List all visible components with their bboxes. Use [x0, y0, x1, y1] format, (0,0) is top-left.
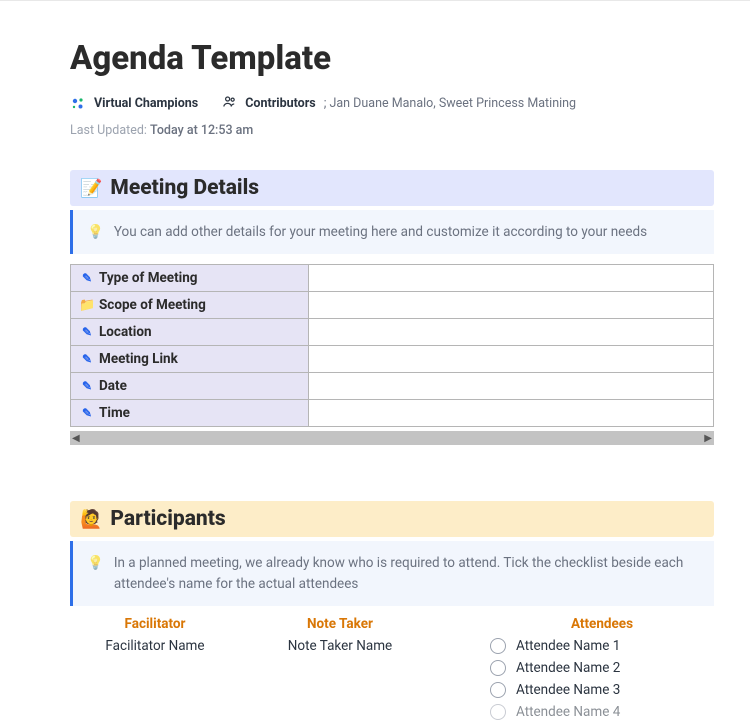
- field-label: Meeting Link: [99, 351, 178, 367]
- field-value[interactable]: [309, 400, 714, 427]
- field-value[interactable]: [309, 346, 714, 373]
- notepad-icon: 📝: [80, 178, 102, 199]
- folder-icon: 📁: [79, 298, 95, 313]
- attendee-name[interactable]: Attendee Name 2: [516, 660, 620, 676]
- pencil-icon: ✎: [79, 325, 95, 339]
- horizontal-scrollbar[interactable]: ◀ ▶: [70, 431, 714, 445]
- table-row: ✎ Type of Meeting: [71, 265, 714, 292]
- attendee-row: Attendee Name 4: [490, 704, 714, 720]
- table-row: 📁 Scope of Meeting: [71, 292, 714, 319]
- notetaker-name[interactable]: Note Taker Name: [240, 638, 440, 654]
- field-label: Date: [99, 378, 127, 394]
- facilitator-heading: Facilitator: [70, 616, 240, 632]
- raising-hand-icon: 🙋: [80, 509, 102, 530]
- field-label: Type of Meeting: [99, 270, 198, 286]
- table-row: ✎ Date: [71, 373, 714, 400]
- attendee-checkbox[interactable]: [490, 660, 506, 676]
- callout-text: You can add other details for your meeti…: [114, 222, 647, 242]
- pencil-icon: ✎: [79, 379, 95, 393]
- bulb-icon: 💡: [87, 553, 104, 573]
- table-row: ✎ Location: [71, 319, 714, 346]
- scroll-left-icon[interactable]: ◀: [72, 433, 80, 444]
- pencil-icon: ✎: [79, 271, 95, 285]
- field-label: Time: [99, 405, 130, 421]
- attendee-row: Attendee Name 3: [490, 682, 714, 698]
- table-row: ✎ Time: [71, 400, 714, 427]
- attendee-checkbox[interactable]: [490, 638, 506, 654]
- meta-row: Virtual Champions Contributors ; Jan Dua…: [70, 94, 714, 113]
- attendee-checkbox[interactable]: [490, 682, 506, 698]
- scroll-right-icon[interactable]: ▶: [704, 433, 712, 444]
- section-header-meeting-details: 📝 Meeting Details: [70, 170, 714, 206]
- contributors-list[interactable]: ; Jan Duane Manalo, Sweet Princess Matin…: [324, 96, 576, 111]
- field-value[interactable]: [309, 265, 714, 292]
- meeting-details-table: ✎ Type of Meeting 📁 Scope of Meeting ✎ Loca…: [70, 264, 714, 427]
- attendee-name[interactable]: Attendee Name 4: [516, 704, 620, 720]
- field-label: Scope of Meeting: [99, 297, 206, 313]
- attendee-row: Attendee Name 1: [490, 638, 714, 654]
- page-title: Agenda Template: [70, 39, 714, 78]
- field-value[interactable]: [309, 319, 714, 346]
- contributors-icon: [222, 94, 237, 113]
- pencil-icon: ✎: [79, 406, 95, 420]
- table-row: ✎ Meeting Link: [71, 346, 714, 373]
- field-label: Location: [99, 324, 152, 340]
- facilitator-name[interactable]: Facilitator Name: [70, 638, 240, 654]
- attendee-checkbox[interactable]: [490, 704, 506, 720]
- field-value[interactable]: [309, 373, 714, 400]
- attendee-name[interactable]: Attendee Name 1: [516, 638, 620, 654]
- section-header-participants: 🙋 Participants: [70, 501, 714, 537]
- field-value[interactable]: [309, 292, 714, 319]
- callout-text: In a planned meeting, we already know wh…: [114, 553, 700, 594]
- attendees-heading: Attendees: [490, 616, 714, 632]
- workspace-name[interactable]: Virtual Champions: [94, 96, 198, 111]
- bulb-icon: 💡: [87, 222, 104, 242]
- last-updated: Last Updated: Today at 12:53 am: [70, 123, 714, 138]
- notetaker-heading: Note Taker: [240, 616, 440, 632]
- pencil-icon: ✎: [79, 352, 95, 366]
- callout-participants[interactable]: 💡 In a planned meeting, we already know …: [70, 541, 714, 606]
- attendee-name[interactable]: Attendee Name 3: [516, 682, 620, 698]
- attendee-row: Attendee Name 2: [490, 660, 714, 676]
- workspace-logo-icon: [70, 96, 86, 112]
- callout-details[interactable]: 💡 You can add other details for your mee…: [70, 210, 714, 254]
- contributors-label: Contributors: [245, 96, 316, 111]
